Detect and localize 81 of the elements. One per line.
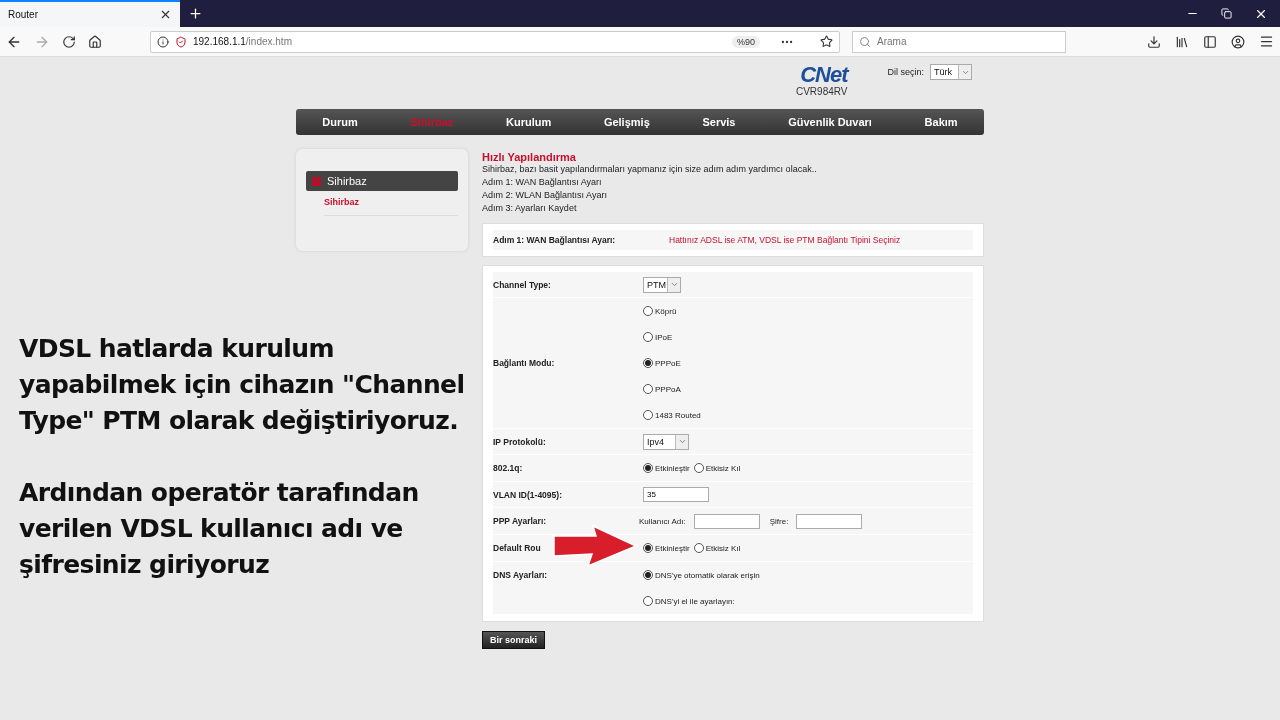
home-icon[interactable] [88, 34, 102, 49]
browser-tab[interactable]: Router [0, 0, 180, 27]
radio-option[interactable]: 1483 Routed [643, 402, 701, 428]
nav-tab[interactable]: Durum [296, 116, 385, 128]
radio-button[interactable] [643, 306, 653, 316]
radio-option[interactable]: Etkinleştir [643, 455, 690, 481]
radio-option[interactable]: PPPoE [643, 350, 701, 376]
bullet-icon [312, 176, 321, 186]
next-button[interactable]: Bir sonraki [482, 631, 546, 649]
intro-text: Adım 1: WAN Bağlantısı Ayarı [482, 176, 603, 189]
sidebar-icon[interactable] [1203, 34, 1217, 49]
nav-tab[interactable]: Kurulum [479, 116, 578, 128]
sidebar-link[interactable]: Sihirbaz [324, 197, 458, 216]
radio-button[interactable] [643, 463, 653, 473]
field-label: 802.1q: [493, 463, 524, 473]
field-label: Kullanıcı Adı: [639, 516, 686, 526]
radio-option[interactable]: Etkinleştir [643, 535, 690, 561]
radio-option[interactable]: Etkisiz Kıl [693, 455, 741, 481]
step-note: Hattınız ADSL ise ATM, VDSL ise PTM Bağlantı Tipini Seçiniz [668, 235, 901, 245]
radio-option[interactable]: IPoE [643, 324, 701, 350]
step-label: Adım 1: WAN Bağlantısı Ayarı: [493, 235, 617, 245]
search-icon [859, 35, 871, 48]
dropdown[interactable]: Ipv4 [643, 433, 689, 450]
caption-text: VDSL hatlarda kurulum yapabilmek için cihazın "Channel Type" PTM olarak değiştiriyoruz. [19, 333, 466, 437]
field-label: Channel Type: [493, 279, 552, 290]
download-icon[interactable] [1147, 34, 1161, 49]
brand-logo: CNet [800, 64, 848, 86]
model-name: CVR984RV [795, 86, 848, 97]
radio-button[interactable] [643, 596, 653, 606]
field-label: Bağlantı Modu: [493, 358, 556, 368]
chevron-down-icon [667, 277, 680, 292]
address-bar[interactable]: 192.168.1.1/index.htm %90 [150, 30, 840, 53]
sidebar-heading-text: Sihirbaz [327, 175, 367, 187]
nav-tab[interactable]: Gelişmiş [577, 116, 677, 128]
radio-option[interactable]: PPPoA [643, 376, 701, 402]
star-icon[interactable] [820, 35, 833, 48]
field-label: Şifre: [769, 516, 789, 526]
chevron-down-icon [675, 434, 688, 449]
search-field[interactable]: Arama [852, 30, 1066, 53]
info-icon [157, 35, 169, 48]
field-label: VLAN ID(1-4095): [493, 489, 563, 500]
nav-tab[interactable]: Güvenlik Duvarı [761, 116, 899, 128]
text-field[interactable] [796, 513, 863, 529]
library-icon[interactable] [1175, 34, 1189, 49]
intro-text: Adım 2: WLAN Bağlantısı Ayarı [482, 189, 608, 202]
radio-button[interactable] [643, 410, 653, 420]
reload-icon[interactable] [62, 34, 76, 49]
menu-icon[interactable] [1259, 34, 1274, 49]
field-label: DNS Ayarları: [493, 570, 549, 580]
zoom-level[interactable]: %90 [732, 35, 760, 48]
page-title: Hızlı Yapılandırma [482, 151, 577, 163]
text-field[interactable]: 35 [643, 487, 709, 502]
language-dropdown[interactable]: Türk [930, 64, 972, 80]
nav-tab[interactable]: Bakım [898, 116, 984, 128]
intro-text: Adım 3: Ayarları Kaydet [482, 202, 578, 215]
radio-button[interactable] [643, 570, 653, 580]
radio-option[interactable]: DNS'yi el ile ayarlayın: [643, 588, 760, 614]
restore-icon[interactable] [1221, 8, 1232, 19]
intro-text: Sihirbaz, bazı basit yapılandırmaları yapmanız için size adım adım yardımcı olacak.. [482, 163, 818, 176]
text-field[interactable] [693, 513, 760, 529]
close-icon[interactable] [159, 8, 172, 21]
shield-icon [175, 35, 187, 48]
radio-button[interactable] [643, 543, 653, 553]
url-host: 192.168.1.1 [193, 36, 246, 47]
radio-button[interactable] [643, 358, 653, 368]
field-label: IP Protokolü: [493, 436, 547, 447]
dropdown[interactable]: PTM [643, 276, 681, 293]
caption-text: Ardından operatör tarafından verilen VDSL kullanıcı adı ve şifresiniz giriyoruz [19, 477, 420, 581]
account-icon[interactable] [1231, 34, 1245, 49]
radio-button[interactable] [643, 332, 653, 342]
language-label: Dil seçin: [887, 67, 924, 77]
field-label: Default Rou [493, 543, 542, 553]
radio-button[interactable] [643, 384, 653, 394]
radio-button[interactable] [693, 543, 704, 553]
radio-option[interactable]: Etkisiz Kıl [693, 535, 741, 561]
radio-button[interactable] [693, 463, 704, 473]
nav-tab[interactable]: Servis [676, 116, 762, 128]
url-path: /index.htm [245, 36, 292, 47]
radio-option[interactable]: DNS'ye otomatik olarak erişin [643, 562, 760, 588]
chevron-down-icon [958, 65, 971, 79]
radio-option[interactable]: Köprü [643, 298, 701, 324]
